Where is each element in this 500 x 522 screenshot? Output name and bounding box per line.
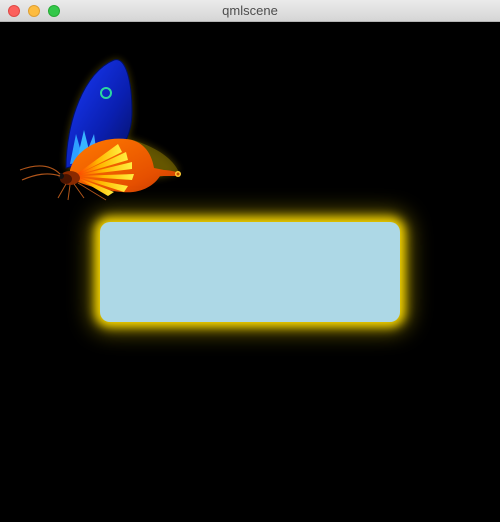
app-window: qmlscene	[0, 0, 500, 522]
glowing-rectangle	[100, 222, 400, 322]
window-title: qmlscene	[222, 3, 278, 18]
butterfly-icon	[19, 59, 181, 201]
title-bar[interactable]: qmlscene	[0, 0, 500, 22]
scene-canvas	[0, 22, 500, 522]
